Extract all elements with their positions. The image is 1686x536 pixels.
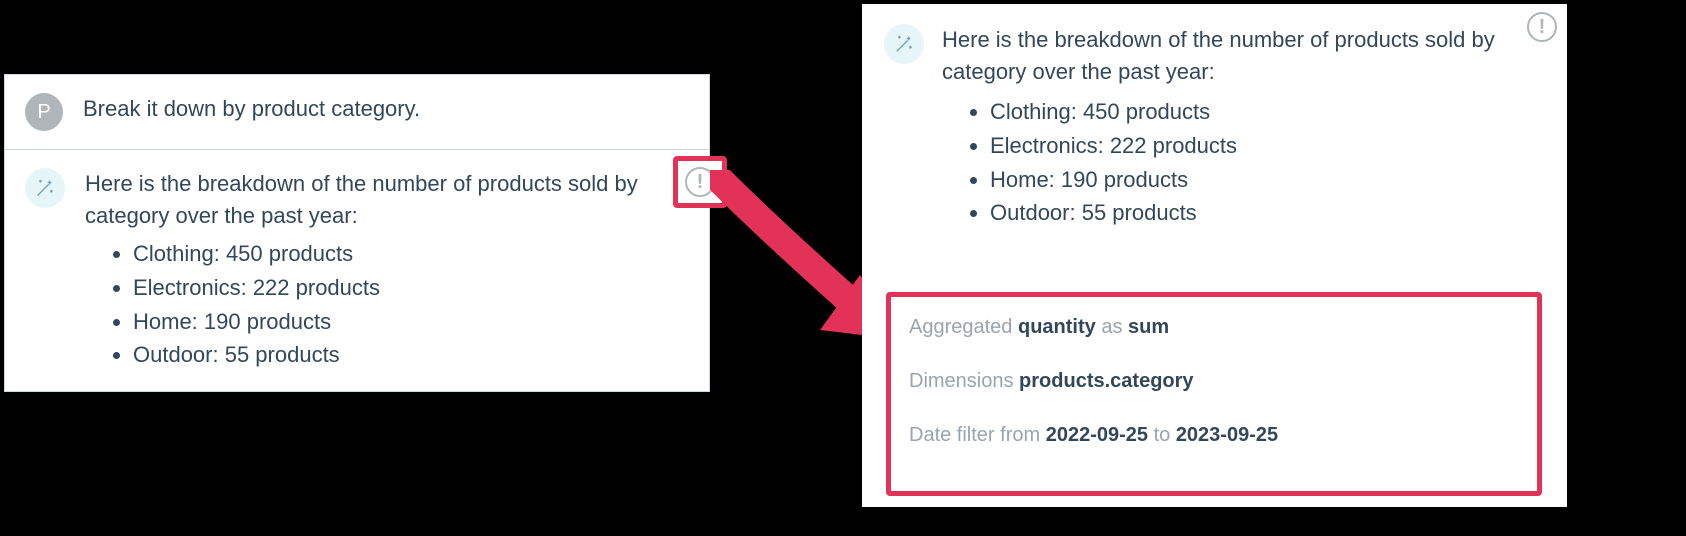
info-icon[interactable]: !: [685, 167, 715, 197]
list-item: Outdoor: 55 products: [990, 197, 1545, 229]
info-icon[interactable]: !: [1527, 12, 1557, 42]
breakdown-list: Clothing: 450 products Electronics: 222 …: [942, 96, 1545, 230]
date-from: 2022-09-25: [1046, 424, 1148, 446]
agg-func: sum: [1128, 316, 1169, 338]
magic-wand-icon: [893, 33, 915, 55]
list-item: Electronics: 222 products: [990, 130, 1545, 162]
date-to: 2023-09-25: [1176, 424, 1278, 446]
list-item: Clothing: 450 products: [133, 238, 689, 270]
breakdown-list: Clothing: 450 products Electronics: 222 …: [85, 238, 689, 372]
agg-label: Aggregated: [909, 316, 1018, 338]
agg-mid: as: [1096, 316, 1128, 338]
list-item: Clothing: 450 products: [990, 96, 1545, 128]
dimensions-line: Dimensions products.category: [909, 369, 1519, 393]
aggregation-line: Aggregated quantity as sum: [909, 315, 1519, 339]
info-icon-highlight: !: [673, 156, 727, 208]
ai-message-text: Here is the breakdown of the number of p…: [942, 24, 1545, 231]
dim-value: products.category: [1019, 370, 1193, 392]
user-message-row: P Break it down by product category.: [5, 75, 709, 149]
chat-panel-left: P Break it down by product category. Her…: [4, 74, 710, 392]
date-filter-line: Date filter from 2022-09-25 to 2023-09-2…: [909, 423, 1519, 447]
user-avatar: P: [25, 93, 63, 131]
query-details-box: Aggregated quantity as sum Dimensions pr…: [886, 292, 1542, 496]
list-item: Home: 190 products: [133, 306, 689, 338]
dim-label: Dimensions: [909, 370, 1019, 392]
list-item: Electronics: 222 products: [133, 272, 689, 304]
user-message-text: Break it down by product category.: [83, 93, 689, 125]
date-label: Date filter from: [909, 424, 1046, 446]
ai-message-row-expanded: Here is the breakdown of the number of p…: [884, 24, 1545, 231]
ai-avatar: [884, 24, 924, 64]
magic-wand-icon: [34, 177, 56, 199]
ai-avatar: [25, 168, 65, 208]
list-item: Home: 190 products: [990, 164, 1545, 196]
agg-field: quantity: [1018, 316, 1096, 338]
list-item: Outdoor: 55 products: [133, 339, 689, 371]
ai-intro-text: Here is the breakdown of the number of p…: [85, 171, 638, 228]
ai-intro-text: Here is the breakdown of the number of p…: [942, 27, 1495, 84]
ai-message-text: Here is the breakdown of the number of p…: [85, 168, 689, 373]
info-icon-corner[interactable]: !: [1527, 12, 1557, 42]
ai-message-row: Here is the breakdown of the number of p…: [5, 149, 709, 391]
date-mid: to: [1148, 424, 1176, 446]
